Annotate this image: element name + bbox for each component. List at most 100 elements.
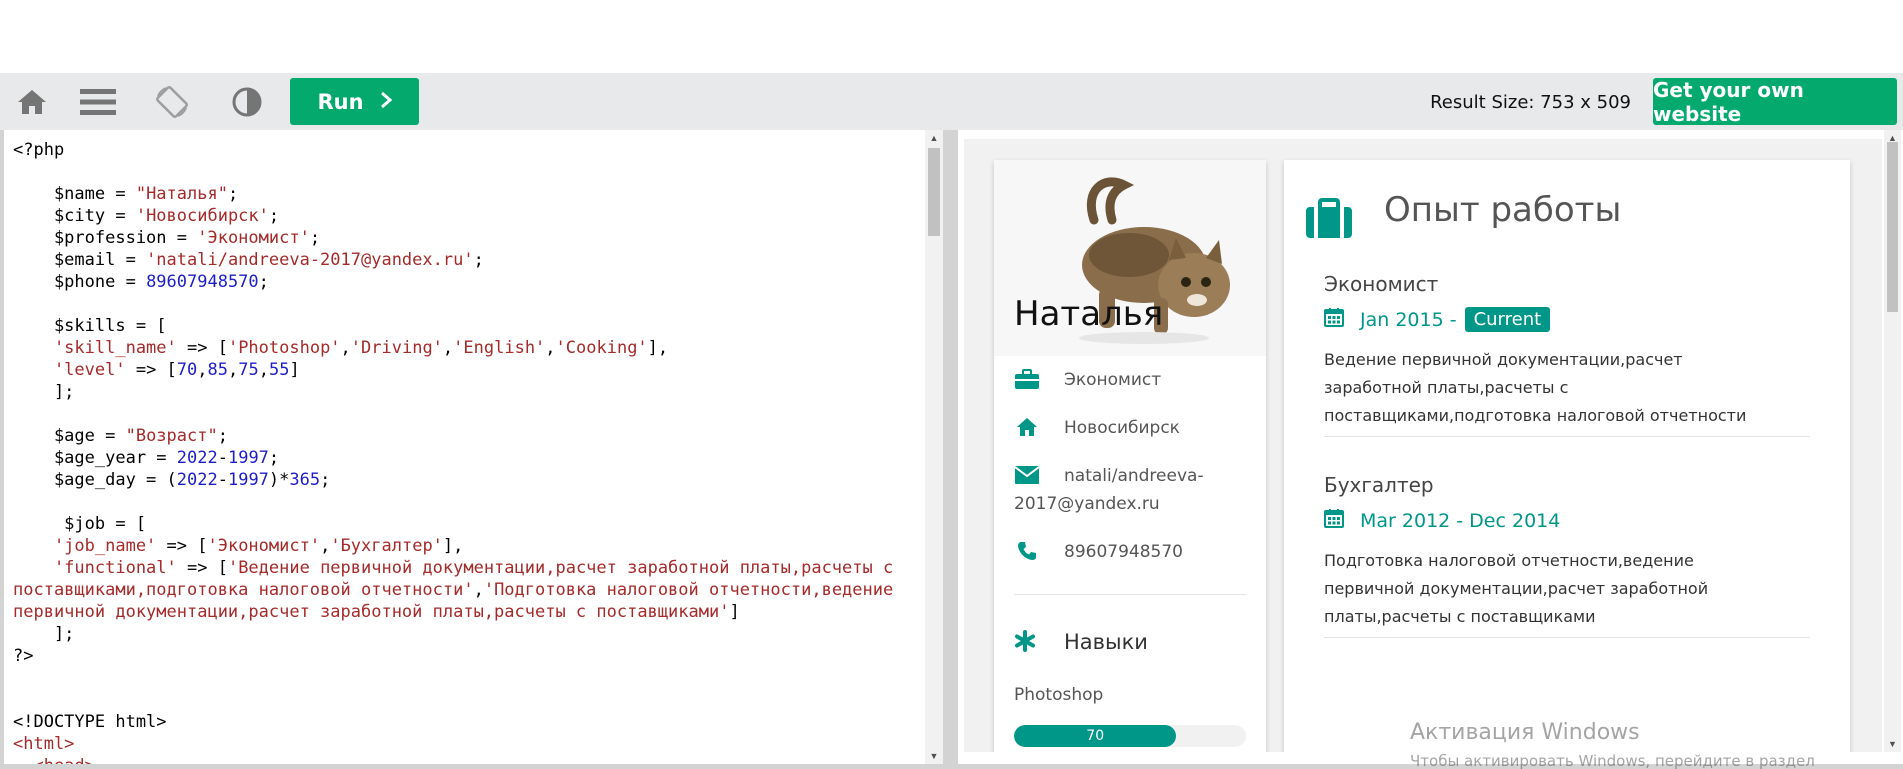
code-line[interactable]: 'level' => [70,85,75,55] bbox=[13, 359, 918, 381]
code-token: ; bbox=[258, 272, 269, 292]
code-token: ; bbox=[473, 250, 484, 270]
code-line[interactable]: <?php bbox=[13, 139, 918, 161]
get-your-own-website-button[interactable]: Get your own website bbox=[1653, 78, 1897, 126]
code-line[interactable] bbox=[13, 293, 918, 315]
code-line[interactable]: ]; bbox=[13, 623, 918, 645]
code-token: <head> bbox=[13, 756, 94, 764]
code-token: $age = bbox=[13, 426, 126, 446]
calendar-icon bbox=[1324, 508, 1344, 533]
code-line[interactable]: 'skill_name' => ['Photoshop','Driving','… bbox=[13, 337, 918, 359]
editor-scrollbar[interactable]: ▲ ▼ bbox=[925, 130, 943, 764]
code-line[interactable]: поставщиками,подготовка налоговой отчетн… bbox=[13, 579, 918, 601]
code-token: , bbox=[442, 338, 454, 358]
code-token: первичной документации,расчет заработной… bbox=[13, 602, 730, 622]
job-description: Ведение первичной документации,расчет за… bbox=[1324, 350, 1747, 425]
code-token: $skills = [ bbox=[13, 316, 167, 336]
code-line[interactable] bbox=[13, 667, 918, 689]
code-line[interactable]: $email = 'natali/andreeva-2017@yandex.ru… bbox=[13, 249, 918, 271]
menu-icon[interactable] bbox=[66, 73, 130, 130]
code-token: 'job_name' bbox=[13, 536, 157, 556]
result-scrollbar[interactable]: ▲ ▼ bbox=[1884, 130, 1901, 752]
profile-card: Наталья Экономист Новосибирск natali/and… bbox=[994, 160, 1266, 752]
code-token: $age_year = bbox=[13, 448, 177, 468]
scroll-up-arrow-icon[interactable]: ▲ bbox=[925, 130, 943, 146]
code-line[interactable]: $name = "Наталья"; bbox=[13, 183, 918, 205]
code-token: => [ bbox=[176, 338, 228, 358]
profession-text: Экономист bbox=[1064, 370, 1162, 390]
skill-name: Photoshop bbox=[1014, 685, 1104, 705]
contrast-icon[interactable] bbox=[215, 73, 279, 130]
code-line[interactable]: $city = 'Новосибирск'; bbox=[13, 205, 918, 227]
code-token: 'skill_name' bbox=[13, 338, 177, 358]
code-token: ] bbox=[289, 360, 300, 380]
code-line[interactable] bbox=[13, 491, 918, 513]
code-token: , bbox=[320, 536, 331, 556]
code-line[interactable] bbox=[13, 689, 918, 711]
code-token: )* bbox=[268, 470, 290, 490]
profile-photo: Наталья bbox=[994, 160, 1266, 356]
code-token: , bbox=[545, 338, 556, 358]
envelope-icon bbox=[1014, 464, 1040, 486]
profession-row: Экономист bbox=[1014, 368, 1254, 398]
code-token: поставщиками,подготовка налоговой отчетн… bbox=[13, 580, 474, 600]
code-line[interactable]: $skills = [ bbox=[13, 315, 918, 337]
code-token: $job = [ bbox=[13, 514, 147, 534]
job-date-row: Mar 2012 - Dec 2014 bbox=[1324, 508, 1560, 533]
code-line[interactable]: <html> bbox=[13, 733, 918, 755]
code-line[interactable]: $phone = 89607948570; bbox=[13, 271, 918, 293]
editor-scroll-thumb[interactable] bbox=[928, 148, 940, 236]
code-line[interactable]: ]; bbox=[13, 381, 918, 403]
code-token: $profession = bbox=[13, 228, 198, 248]
calendar-icon bbox=[1324, 307, 1344, 332]
code-line[interactable]: $age = "Возраст"; bbox=[13, 425, 918, 447]
code-line[interactable] bbox=[13, 403, 918, 425]
code-line[interactable]: <!DOCTYPE html> bbox=[13, 711, 918, 733]
result-size-label: Result Size: 753 x 509 bbox=[1430, 92, 1631, 113]
code-token: 'Экономист' bbox=[207, 536, 321, 556]
code-token: 70 bbox=[176, 360, 198, 380]
code-line[interactable]: $age_day = (2022-1997)*365; bbox=[13, 469, 918, 491]
result-pane: Наталья Экономист Новосибирск natali/and… bbox=[958, 130, 1903, 764]
scroll-down-arrow-icon[interactable]: ▼ bbox=[925, 748, 943, 764]
phone-icon bbox=[1014, 540, 1040, 562]
code-token: 2022 bbox=[176, 470, 218, 490]
code-line[interactable]: 'job_name' => ['Экономист','Бухгалтер'], bbox=[13, 535, 918, 557]
job-date-row: Jan 2015 - Current bbox=[1324, 307, 1551, 332]
code-editor[interactable]: <?php $name = "Наталья"; $city = 'Новоси… bbox=[4, 130, 943, 764]
run-button[interactable]: Run bbox=[290, 78, 419, 125]
code-line[interactable]: $job = [ bbox=[13, 513, 918, 535]
code-line[interactable]: <head> bbox=[13, 755, 918, 764]
code-token: 'level' bbox=[13, 360, 126, 380]
rotate-icon[interactable] bbox=[140, 73, 204, 130]
scroll-down-arrow-icon[interactable]: ▼ bbox=[1884, 736, 1901, 752]
code-token: 'Photoshop' bbox=[227, 338, 341, 358]
code-line[interactable] bbox=[13, 161, 918, 183]
code-token: , bbox=[228, 360, 239, 380]
asterisk-icon bbox=[1014, 630, 1040, 657]
code-line[interactable]: $profession = 'Экономист'; bbox=[13, 227, 918, 249]
email-row: natali/andreeva- 2017@yandex.ru bbox=[1014, 464, 1254, 524]
code-token: 'Ведение первичной документации,расчет з… bbox=[227, 558, 894, 578]
result-scroll-thumb[interactable] bbox=[1887, 142, 1898, 312]
code-token: - bbox=[217, 470, 228, 490]
code-token: 'Экономист' bbox=[197, 228, 310, 248]
code-line[interactable]: $age_year = 2022-1997; bbox=[13, 447, 918, 469]
home-icon bbox=[1014, 416, 1040, 438]
skills-title-text: Навыки bbox=[1064, 630, 1148, 654]
code-content[interactable]: <?php $name = "Наталья"; $city = 'Новоси… bbox=[13, 139, 918, 764]
code-line[interactable]: ?> bbox=[13, 645, 918, 667]
code-token: <!DOCTYPE html> bbox=[13, 712, 167, 732]
code-token: , bbox=[197, 360, 208, 380]
code-token: 'Бухгалтер' bbox=[330, 536, 443, 556]
code-token: ; bbox=[309, 228, 321, 248]
code-line[interactable]: 'functional' => ['Ведение первичной доку… bbox=[13, 557, 918, 579]
code-token: , bbox=[473, 580, 484, 600]
code-token: , bbox=[340, 338, 351, 358]
city-text: Новосибирск bbox=[1064, 418, 1180, 438]
experience-title: Опыт работы bbox=[1384, 190, 1622, 230]
code-token: - bbox=[217, 448, 228, 468]
code-token: ; bbox=[320, 470, 331, 490]
home-icon[interactable] bbox=[0, 73, 64, 130]
code-token: ] bbox=[729, 602, 740, 622]
code-line[interactable]: первичной документации,расчет заработной… bbox=[13, 601, 918, 623]
